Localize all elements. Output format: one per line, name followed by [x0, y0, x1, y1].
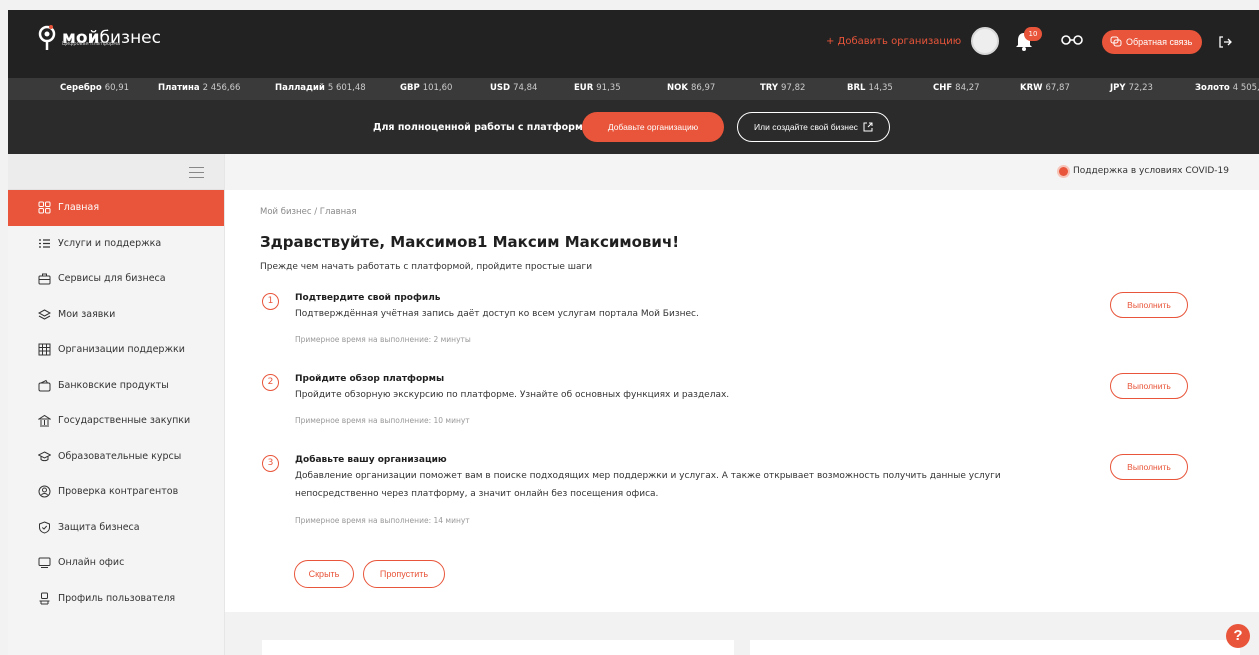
- sidebar-item-bank-products[interactable]: Банковские продукты: [8, 368, 224, 404]
- step-title: Пройдите обзор платформы: [295, 374, 445, 384]
- add-organization-button[interactable]: Добавьте организацию: [582, 112, 724, 142]
- grid-icon: [38, 201, 51, 214]
- monitor-icon: [38, 557, 51, 569]
- sidebar-item-support-organizations[interactable]: Организации поддержки: [8, 332, 224, 368]
- ticker-item: Платина 2 456,66: [158, 83, 241, 93]
- step-title: Подтвердите свой профиль: [295, 293, 441, 303]
- sidebar-item-education[interactable]: Образовательные курсы: [8, 439, 224, 475]
- external-link-icon: [863, 122, 873, 132]
- sidebar-item-label: Образовательные курсы: [58, 450, 182, 462]
- sidebar-item-counterparty-check[interactable]: Проверка контрагентов: [8, 474, 224, 510]
- accessibility-glasses-icon[interactable]: [1061, 33, 1083, 47]
- sidebar-item-label: Банковские продукты: [58, 379, 169, 391]
- step-time: Примерное время на выполнение: 14 минут: [295, 516, 470, 525]
- promo-bar: Для полноценной работы с платформой Доба…: [8, 100, 1259, 154]
- step-number: 1: [262, 293, 279, 310]
- feedback-label: Обратная связь: [1126, 37, 1193, 47]
- create-business-button[interactable]: Или создайте свой бизнес: [737, 112, 890, 142]
- check-person-icon: [38, 485, 51, 498]
- user-icon: [39, 592, 50, 605]
- ticker-item: Палладий 5 601,48: [275, 83, 366, 93]
- covid-support-link[interactable]: Поддержка в условиях COVID-19: [1059, 166, 1229, 176]
- menu-icon[interactable]: [189, 167, 204, 178]
- gov-icon: [38, 415, 51, 427]
- layers-icon: [38, 309, 51, 320]
- sidebar-item-business-services[interactable]: Сервисы для бизнеса: [8, 261, 224, 297]
- ticker-item: TRY 97,82: [760, 83, 806, 93]
- sidebar-item-label: Онлайн офис: [58, 557, 125, 569]
- step-3-do-button[interactable]: Выполнить: [1110, 454, 1188, 480]
- skip-button[interactable]: Пропустить: [363, 560, 445, 588]
- bottom-card: [262, 640, 734, 655]
- sidebar-item-label: Главная: [58, 202, 100, 214]
- ticker-item: JPY 72,23: [1110, 83, 1153, 93]
- step-time: Примерное время на выполнение: 2 минуты: [295, 335, 471, 344]
- hide-button[interactable]: Скрыть: [294, 560, 354, 588]
- step-title: Добавьте вашу организацию: [295, 455, 447, 465]
- top-bar: мойбизнес Цифровая платформа + Добавить …: [8, 10, 1259, 78]
- shield-icon: [39, 521, 50, 534]
- add-organization-link[interactable]: + Добавить организацию: [826, 36, 961, 47]
- avatar[interactable]: [971, 27, 999, 55]
- sidebar-item-label: Организации поддержки: [58, 344, 185, 356]
- ticker-item: GBP 101,60: [400, 83, 453, 93]
- step-number: 2: [262, 374, 279, 391]
- ticker-item: Золото4 505,6: [1195, 83, 1259, 93]
- briefcase-icon: [38, 273, 51, 285]
- sidebar-item-label: Сервисы для бизнеса: [58, 273, 166, 285]
- page-title: Здравствуйте, Максимов1 Максим Максимови…: [260, 233, 680, 251]
- step-description: Добавление организации поможет вам в пои…: [295, 471, 1001, 499]
- feedback-button[interactable]: Обратная связь: [1102, 30, 1203, 54]
- sidebar-item-user-profile[interactable]: Профиль пользователя: [8, 581, 224, 617]
- step-2-do-button[interactable]: Выполнить: [1110, 373, 1188, 399]
- bottom-card: [750, 640, 1240, 655]
- ticker-item: USD 74,84: [490, 83, 538, 93]
- breadcrumb: Мой бизнес / Главная: [260, 207, 357, 217]
- ticker-item: BRL 14,35: [847, 83, 893, 93]
- help-button[interactable]: ?: [1226, 624, 1250, 648]
- sidebar-item-business-protection[interactable]: Защита бизнеса: [8, 510, 224, 546]
- chat-icon: [1110, 36, 1122, 47]
- sidebar-item-home[interactable]: Главная: [8, 190, 224, 226]
- sidebar-item-services[interactable]: Услуги и поддержка: [8, 226, 224, 262]
- graduation-icon: [38, 451, 51, 461]
- intro-text: Прежде чем начать работать с платформой,…: [260, 262, 593, 272]
- ticker-item: EUR 91,35: [574, 83, 621, 93]
- logo[interactable]: мойбизнес Цифровая платформа: [38, 24, 161, 52]
- ticker-item: Серебро 60,91: [60, 83, 130, 93]
- logout-icon[interactable]: [1218, 35, 1232, 49]
- logo-mark-icon: [38, 25, 56, 50]
- sidebar-item-online-office[interactable]: Онлайн офис: [8, 545, 224, 581]
- logo-subtitle: Цифровая платформа: [62, 41, 121, 47]
- sidebar: Главная Услуги и поддержка Сервисы для б…: [8, 154, 225, 655]
- sidebar-item-label: Мои заявки: [58, 308, 116, 320]
- create-business-label: Или создайте свой бизнес: [754, 122, 858, 132]
- ticker-item: KRW 67,87: [1020, 83, 1070, 93]
- step-number: 3: [262, 455, 279, 472]
- step-description: Подтверждённая учётная запись даёт досту…: [295, 309, 699, 319]
- step-1-do-button[interactable]: Выполнить: [1110, 292, 1188, 318]
- virus-icon: [1059, 166, 1068, 176]
- building-icon: [38, 343, 51, 356]
- covid-support-label: Поддержка в условиях COVID-19: [1073, 166, 1229, 176]
- sidebar-item-label: Государственные закупки: [58, 415, 191, 427]
- ticker-item: CHF 84,27: [933, 83, 980, 93]
- promo-text: Для полноценной работы с платформой: [373, 122, 596, 133]
- wallet-icon: [38, 379, 51, 392]
- sidebar-item-label: Проверка контрагентов: [58, 486, 179, 498]
- sidebar-item-my-requests[interactable]: Мои заявки: [8, 297, 224, 333]
- notification-badge: 10: [1024, 27, 1042, 41]
- step-time: Примерное время на выполнение: 10 минут: [295, 416, 470, 425]
- ticker-item: NOK 86,97: [667, 83, 716, 93]
- sidebar-item-label: Услуги и поддержка: [58, 237, 162, 249]
- sidebar-item-label: Профиль пользователя: [58, 592, 176, 604]
- sidebar-item-label: Защита бизнеса: [58, 521, 140, 533]
- currency-ticker: Серебро 60,91 Платина 2 456,66 Палладий 5 6…: [8, 78, 1259, 100]
- onboarding-card: Мой бизнес / Главная Здравствуйте, Макси…: [225, 190, 1259, 612]
- main-top-strip: Поддержка в условиях COVID-19: [225, 154, 1259, 190]
- list-icon: [39, 239, 50, 248]
- sidebar-item-public-procurement[interactable]: Государственные закупки: [8, 403, 224, 439]
- step-description: Пройдите обзорную экскурсию по платформе…: [295, 390, 730, 400]
- sidebar-header: [8, 154, 224, 190]
